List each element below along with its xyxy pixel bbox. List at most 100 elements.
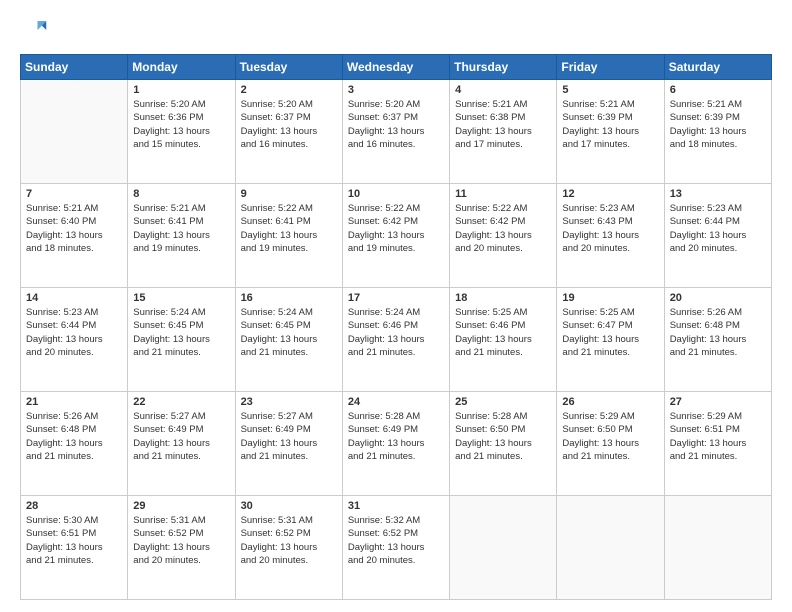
day-info: Sunrise: 5:21 AM Sunset: 6:38 PM Dayligh… [455,98,551,151]
calendar-cell: 2 Sunrise: 5:20 AM Sunset: 6:37 PM Daylig… [235,80,342,184]
day-number: 19 [562,292,658,304]
calendar-cell: 10Sunrise: 5:22 AM Sunset: 6:42 PM Dayli… [342,184,449,288]
day-number: 1 [133,84,229,96]
calendar-cell: 21 Sunrise: 5:26 AM Sunset: 6:48 PM Dayli… [21,392,128,496]
calendar-cell: 4 Sunrise: 5:21 AM Sunset: 6:38 PM Daylig… [450,80,557,184]
calendar-cell [557,496,664,600]
day-info: Sunrise: 5:21 AM Sunset: 6:39 PM Dayligh… [562,98,658,151]
calendar-cell: 11 Sunrise: 5:22 AM Sunset: 6:42 PM Dayli… [450,184,557,288]
calendar-cell: 23Sunrise: 5:27 AM Sunset: 6:49 PM Dayli… [235,392,342,496]
day-number: 6 [670,84,766,96]
day-info: Sunrise: 5:29 AM Sunset: 6:50 PM Dayligh… [562,410,658,463]
weekday-header: Monday [128,55,235,80]
day-number: 7 [26,188,122,200]
day-number: 29 [133,500,229,512]
day-number: 9 [241,188,337,200]
day-number: 3 [348,84,444,96]
day-info: Sunrise: 5:23 AM Sunset: 6:44 PM Dayligh… [26,306,122,359]
calendar-cell: 15 Sunrise: 5:24 AM Sunset: 6:45 PM Dayli… [128,288,235,392]
calendar-cell [21,80,128,184]
day-info: Sunrise: 5:31 AM Sunset: 6:52 PM Dayligh… [133,514,229,567]
day-number: 26 [562,396,658,408]
calendar-cell: 30Sunrise: 5:31 AM Sunset: 6:52 PM Dayli… [235,496,342,600]
calendar-week-row: 21 Sunrise: 5:26 AM Sunset: 6:48 PM Dayli… [21,392,772,496]
day-info: Sunrise: 5:24 AM Sunset: 6:46 PM Dayligh… [348,306,444,359]
calendar-cell: 14 Sunrise: 5:23 AM Sunset: 6:44 PM Dayli… [21,288,128,392]
weekday-header: Saturday [664,55,771,80]
day-number: 28 [26,500,122,512]
day-number: 13 [670,188,766,200]
calendar-cell: 3 Sunrise: 5:20 AM Sunset: 6:37 PM Daylig… [342,80,449,184]
weekday-header: Friday [557,55,664,80]
calendar-week-row: 28 Sunrise: 5:30 AM Sunset: 6:51 PM Dayli… [21,496,772,600]
day-number: 22 [133,396,229,408]
weekday-header: Wednesday [342,55,449,80]
calendar-body: 1 Sunrise: 5:20 AM Sunset: 6:36 PM Daylig… [21,80,772,600]
calendar-cell: 31 Sunrise: 5:32 AM Sunset: 6:52 PM Dayli… [342,496,449,600]
day-number: 17 [348,292,444,304]
calendar-cell: 12 Sunrise: 5:23 AM Sunset: 6:43 PM Dayli… [557,184,664,288]
day-number: 16 [241,292,337,304]
day-info: Sunrise: 5:23 AM Sunset: 6:44 PM Dayligh… [670,202,766,255]
day-number: 31 [348,500,444,512]
weekday-header: Thursday [450,55,557,80]
day-number: 10 [348,188,444,200]
day-number: 24 [348,396,444,408]
day-number: 21 [26,396,122,408]
day-number: 11 [455,188,551,200]
day-number: 27 [670,396,766,408]
day-info: Sunrise: 5:25 AM Sunset: 6:46 PM Dayligh… [455,306,551,359]
day-info: Sunrise: 5:20 AM Sunset: 6:36 PM Dayligh… [133,98,229,151]
calendar-table: SundayMondayTuesdayWednesdayThursdayFrid… [20,54,772,600]
calendar-cell: 29 Sunrise: 5:31 AM Sunset: 6:52 PM Dayli… [128,496,235,600]
calendar-cell: 18Sunrise: 5:25 AM Sunset: 6:46 PM Dayli… [450,288,557,392]
day-info: Sunrise: 5:20 AM Sunset: 6:37 PM Dayligh… [348,98,444,151]
day-number: 8 [133,188,229,200]
day-info: Sunrise: 5:20 AM Sunset: 6:37 PM Dayligh… [241,98,337,151]
logo [20,16,52,44]
day-number: 25 [455,396,551,408]
day-info: Sunrise: 5:27 AM Sunset: 6:49 PM Dayligh… [241,410,337,463]
calendar-cell: 19 Sunrise: 5:25 AM Sunset: 6:47 PM Dayli… [557,288,664,392]
day-info: Sunrise: 5:22 AM Sunset: 6:42 PM Dayligh… [455,202,551,255]
day-info: Sunrise: 5:21 AM Sunset: 6:41 PM Dayligh… [133,202,229,255]
day-number: 15 [133,292,229,304]
calendar-week-row: 1 Sunrise: 5:20 AM Sunset: 6:36 PM Daylig… [21,80,772,184]
calendar-cell: 28 Sunrise: 5:30 AM Sunset: 6:51 PM Dayli… [21,496,128,600]
weekday-header: Tuesday [235,55,342,80]
day-info: Sunrise: 5:27 AM Sunset: 6:49 PM Dayligh… [133,410,229,463]
day-number: 14 [26,292,122,304]
day-number: 20 [670,292,766,304]
day-info: Sunrise: 5:24 AM Sunset: 6:45 PM Dayligh… [133,306,229,359]
calendar-cell: 17 Sunrise: 5:24 AM Sunset: 6:46 PM Dayli… [342,288,449,392]
calendar-cell: 5 Sunrise: 5:21 AM Sunset: 6:39 PM Daylig… [557,80,664,184]
day-info: Sunrise: 5:31 AM Sunset: 6:52 PM Dayligh… [241,514,337,567]
day-info: Sunrise: 5:21 AM Sunset: 6:40 PM Dayligh… [26,202,122,255]
calendar-header: SundayMondayTuesdayWednesdayThursdayFrid… [21,55,772,80]
calendar-cell: 1 Sunrise: 5:20 AM Sunset: 6:36 PM Daylig… [128,80,235,184]
day-info: Sunrise: 5:32 AM Sunset: 6:52 PM Dayligh… [348,514,444,567]
calendar-cell: 16 Sunrise: 5:24 AM Sunset: 6:45 PM Dayli… [235,288,342,392]
day-info: Sunrise: 5:24 AM Sunset: 6:45 PM Dayligh… [241,306,337,359]
day-number: 12 [562,188,658,200]
day-info: Sunrise: 5:28 AM Sunset: 6:49 PM Dayligh… [348,410,444,463]
day-number: 5 [562,84,658,96]
calendar-cell: 6 Sunrise: 5:21 AM Sunset: 6:39 PM Daylig… [664,80,771,184]
day-info: Sunrise: 5:23 AM Sunset: 6:43 PM Dayligh… [562,202,658,255]
calendar-cell: 24 Sunrise: 5:28 AM Sunset: 6:49 PM Dayli… [342,392,449,496]
weekday-header: Sunday [21,55,128,80]
calendar-cell: 9Sunrise: 5:22 AM Sunset: 6:41 PM Daylig… [235,184,342,288]
day-number: 4 [455,84,551,96]
calendar-week-row: 7 Sunrise: 5:21 AM Sunset: 6:40 PM Daylig… [21,184,772,288]
day-info: Sunrise: 5:30 AM Sunset: 6:51 PM Dayligh… [26,514,122,567]
calendar-cell [450,496,557,600]
weekday-header-row: SundayMondayTuesdayWednesdayThursdayFrid… [21,55,772,80]
day-info: Sunrise: 5:21 AM Sunset: 6:39 PM Dayligh… [670,98,766,151]
day-info: Sunrise: 5:25 AM Sunset: 6:47 PM Dayligh… [562,306,658,359]
calendar-cell [664,496,771,600]
calendar-cell: 27Sunrise: 5:29 AM Sunset: 6:51 PM Dayli… [664,392,771,496]
calendar-cell: 13 Sunrise: 5:23 AM Sunset: 6:44 PM Dayli… [664,184,771,288]
header [20,16,772,44]
day-info: Sunrise: 5:26 AM Sunset: 6:48 PM Dayligh… [26,410,122,463]
day-number: 2 [241,84,337,96]
